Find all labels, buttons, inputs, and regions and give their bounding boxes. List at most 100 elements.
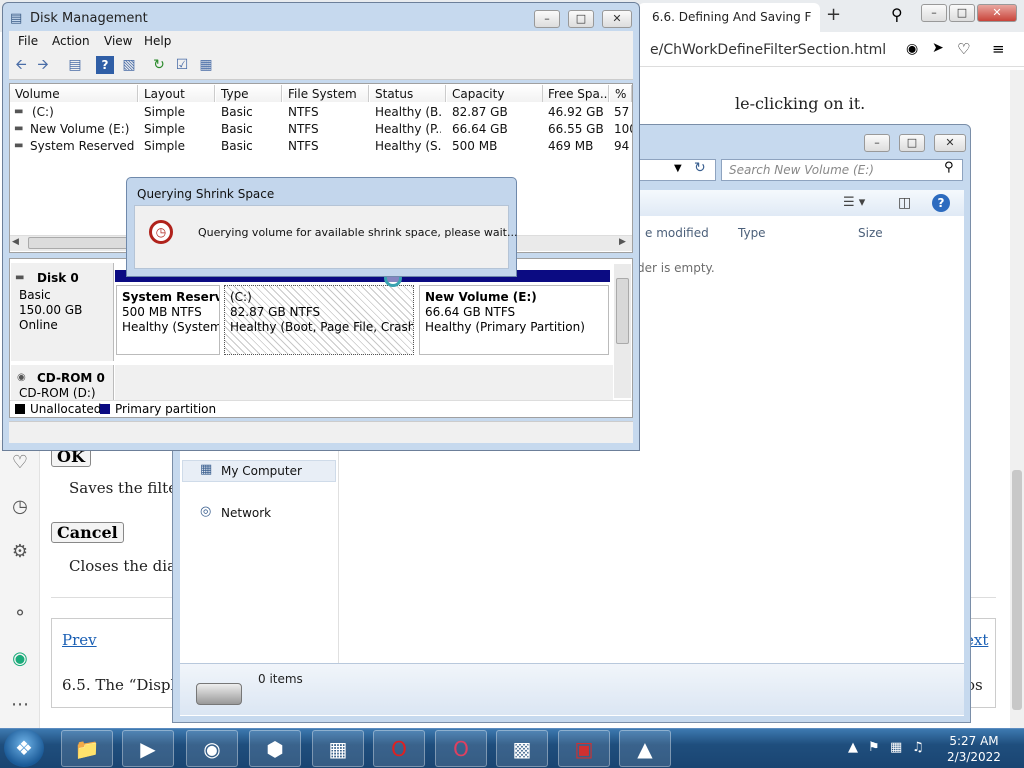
col-type[interactable]: Type bbox=[216, 85, 282, 102]
tab-title: 6.6. Defining And Saving F bbox=[652, 10, 812, 24]
col-file-system[interactable]: File System bbox=[283, 85, 369, 102]
horizontal-scrollbar-thumb[interactable] bbox=[28, 237, 138, 249]
tray-network-icon[interactable]: ▦ bbox=[890, 740, 902, 755]
disk0-label[interactable]: ▬ Disk 0 Basic 150.00 GB Online bbox=[11, 263, 114, 361]
col-capacity[interactable]: Capacity bbox=[447, 85, 543, 102]
browser-tab[interactable]: 6.6. Defining And Saving F bbox=[638, 3, 820, 32]
scroll-left-icon[interactable]: ◀ bbox=[12, 237, 19, 247]
empty-folder-message: der is empty. bbox=[637, 261, 715, 275]
toolbox-taskbar-icon[interactable]: ▣ bbox=[558, 730, 610, 767]
start-button[interactable]: ❖ bbox=[4, 729, 44, 767]
clock-icon[interactable]: ◷ bbox=[9, 496, 31, 517]
url-text[interactable]: e/ChWorkDefineFilterSection.html bbox=[650, 42, 886, 58]
search-icon[interactable]: ⚲ bbox=[891, 5, 903, 24]
gear-icon[interactable]: ⚙ bbox=[9, 541, 31, 562]
help-icon[interactable]: ? bbox=[932, 194, 950, 212]
explorer-maximize-button[interactable]: □ bbox=[899, 134, 925, 152]
cancel-description: Closes the dial bbox=[69, 557, 181, 575]
explorer-close-button[interactable]: ✕ bbox=[934, 134, 966, 152]
disk0-state: Online bbox=[19, 318, 58, 332]
back-icon[interactable]: 🡨 bbox=[12, 56, 30, 74]
close-button[interactable]: ✕ bbox=[977, 4, 1017, 22]
chrome-taskbar-icon[interactable]: ◉ bbox=[186, 730, 238, 767]
dm-close-button[interactable]: ✕ bbox=[602, 10, 632, 28]
app-taskbar-icon[interactable]: ⬢ bbox=[249, 730, 301, 767]
tray-volume-icon[interactable]: ♫ bbox=[912, 740, 924, 755]
aria-icon[interactable]: ◉ bbox=[9, 648, 31, 669]
row-free: 66.55 GB bbox=[548, 122, 604, 136]
menu-action[interactable]: Action bbox=[52, 34, 90, 48]
unallocated-swatch bbox=[15, 404, 25, 414]
console-tree-icon[interactable]: ▤ bbox=[66, 56, 84, 74]
prev-link[interactable]: Prev bbox=[62, 631, 97, 649]
cdrom-drive: CD-ROM (D:) bbox=[19, 386, 96, 400]
scroll-right-icon[interactable]: ▶ bbox=[619, 237, 626, 247]
row-fs: NTFS bbox=[288, 105, 319, 119]
explorer-taskbar-icon[interactable]: 📁 bbox=[61, 730, 113, 767]
maximize-button[interactable]: □ bbox=[949, 4, 975, 22]
row-pct: 57 bbox=[614, 105, 630, 119]
menu-help[interactable]: Help bbox=[144, 34, 171, 48]
cdrom-area bbox=[115, 365, 613, 403]
opera-taskbar-icon[interactable]: O bbox=[373, 730, 425, 767]
forward-icon[interactable]: 🡪 bbox=[34, 56, 52, 74]
row-type: Basic bbox=[221, 105, 253, 119]
tray-arrow-icon[interactable]: ▲ bbox=[848, 740, 858, 755]
cdrom-label[interactable]: ◉ CD-ROM 0 CD-ROM (D:) bbox=[11, 365, 114, 403]
menu-icon[interactable]: ≡ bbox=[992, 40, 1005, 58]
clock[interactable]: 5:27 AM 2/3/2022 bbox=[944, 733, 1004, 765]
menu-view[interactable]: View bbox=[104, 34, 132, 48]
partition-name: System Reserve bbox=[122, 290, 220, 304]
partition-system-reserved[interactable]: System Reserve 500 MB NTFS Healthy (Syst… bbox=[116, 285, 220, 355]
properties-icon[interactable]: ▧ bbox=[120, 56, 138, 74]
computer-icon: ▦ bbox=[200, 462, 213, 477]
views-icon[interactable]: ☰ ▾ bbox=[843, 195, 865, 210]
new-tab-button[interactable]: + bbox=[826, 4, 841, 25]
heart-icon[interactable]: ♡ bbox=[9, 452, 31, 473]
refresh-icon[interactable]: ↻ bbox=[694, 160, 706, 176]
page-scrollbar-thumb[interactable] bbox=[1012, 470, 1022, 710]
col-layout[interactable]: Layout bbox=[139, 85, 215, 102]
monitor-taskbar-icon[interactable]: ▦ bbox=[312, 730, 364, 767]
explorer-search-input[interactable]: Search New Volume (E:) bbox=[721, 159, 963, 181]
camera-icon[interactable]: ◉ bbox=[906, 41, 918, 57]
control-panel-taskbar-icon[interactable]: ▩ bbox=[496, 730, 548, 767]
column-date-modified[interactable]: e modified bbox=[645, 226, 709, 240]
vertical-scrollbar-thumb[interactable] bbox=[616, 278, 629, 344]
explorer-minimize-button[interactable]: – bbox=[864, 134, 890, 152]
help-icon[interactable]: ? bbox=[96, 56, 114, 74]
minimize-button[interactable]: – bbox=[921, 4, 947, 22]
wireshark-taskbar-icon[interactable]: ▲ bbox=[619, 730, 671, 767]
row-capacity: 66.64 GB bbox=[452, 122, 508, 136]
row-layout: Simple bbox=[144, 122, 185, 136]
dm-minimize-button[interactable]: – bbox=[534, 10, 560, 28]
col-free-space[interactable]: Free Spa... bbox=[543, 85, 609, 102]
nav-item-network[interactable]: Network bbox=[221, 506, 271, 520]
lightbulb-icon[interactable]: ⚬ bbox=[9, 603, 31, 624]
clock-icon: ◷ bbox=[149, 220, 173, 244]
col-status[interactable]: Status bbox=[370, 85, 446, 102]
refresh-icon[interactable]: ↻ bbox=[150, 56, 168, 74]
preview-pane-icon[interactable]: ◫ bbox=[898, 195, 911, 211]
partition-c[interactable]: (C:) 82.87 GB NTFS Healthy (Boot, Page F… bbox=[224, 285, 414, 355]
partition-e[interactable]: New Volume (E:) 66.64 GB NTFS Healthy (P… bbox=[419, 285, 609, 355]
settings-icon[interactable]: ▦ bbox=[197, 56, 215, 74]
partition-size: 66.64 GB NTFS bbox=[425, 305, 516, 319]
window-title: Disk Management bbox=[30, 11, 148, 26]
heart-icon[interactable]: ♡ bbox=[957, 40, 970, 58]
send-icon[interactable]: ➤ bbox=[932, 40, 944, 56]
column-type[interactable]: Type bbox=[738, 226, 766, 240]
media-player-taskbar-icon[interactable]: ▶ bbox=[122, 730, 174, 767]
check-icon[interactable]: ☑ bbox=[173, 56, 191, 74]
menu-file[interactable]: File bbox=[18, 34, 38, 48]
dm-maximize-button[interactable]: □ bbox=[568, 10, 594, 28]
search-icon[interactable]: ⚲ bbox=[944, 160, 954, 175]
col-percent-free[interactable]: % F bbox=[610, 85, 632, 102]
row-layout: Simple bbox=[144, 105, 185, 119]
column-size[interactable]: Size bbox=[858, 226, 883, 240]
tray-flag-icon[interactable]: ⚑ bbox=[868, 740, 880, 755]
opera-gx-taskbar-icon[interactable]: O bbox=[435, 730, 487, 767]
more-icon[interactable]: ⋯ bbox=[9, 694, 31, 715]
chevron-down-icon[interactable]: ▼ bbox=[674, 163, 682, 174]
col-volume[interactable]: Volume bbox=[10, 85, 138, 102]
